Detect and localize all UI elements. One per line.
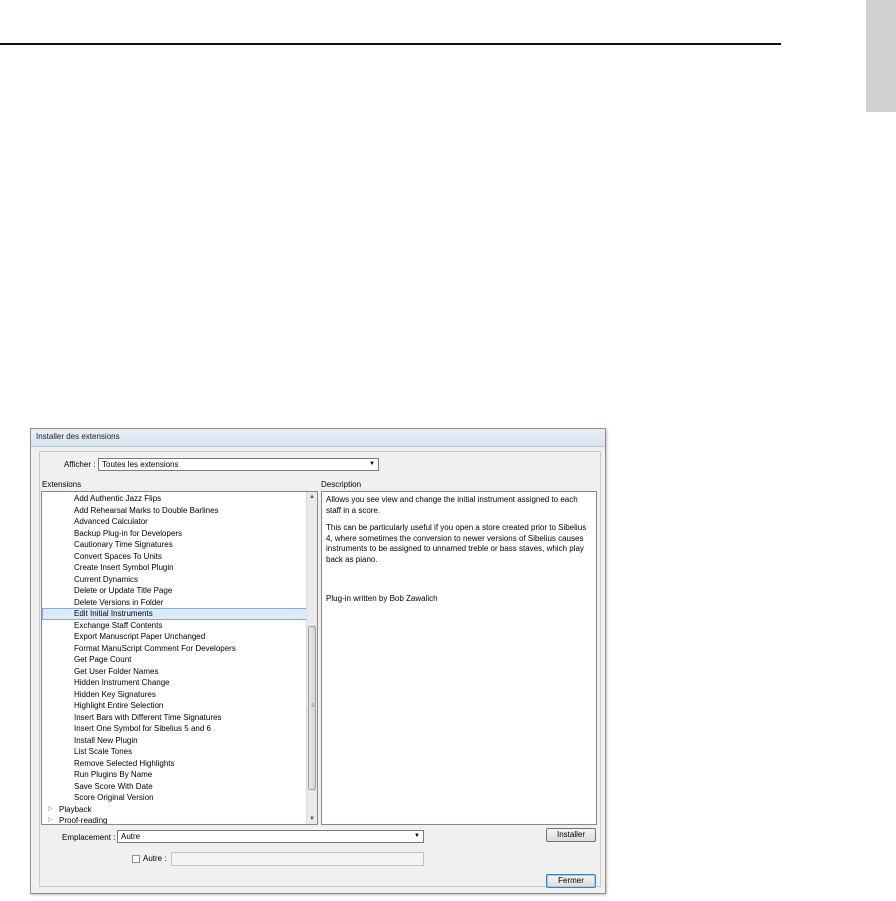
scrollbar-thumb[interactable]: ≡	[308, 626, 316, 790]
list-item[interactable]: Backup Plug-in for Developers	[42, 528, 307, 540]
extensions-items: Add Authentic Jazz Flips Add Rehearsal M…	[42, 493, 307, 825]
location-dropdown-value: Autre	[121, 832, 141, 841]
install-button[interactable]: Installer	[546, 828, 596, 842]
grip-icon: ≡	[311, 703, 315, 709]
list-item[interactable]: Score Original Version	[42, 792, 307, 804]
list-item[interactable]: Current Dynamics	[42, 574, 307, 586]
list-item[interactable]: Add Rehearsal Marks to Double Barlines	[42, 505, 307, 517]
expand-arrow-icon[interactable]: ▷	[48, 815, 53, 824]
extensions-header: Extensions	[42, 480, 82, 489]
list-item[interactable]: Insert One Symbol for Sibelius 5 and 6	[42, 723, 307, 735]
list-item[interactable]: Exchange Staff Contents	[42, 620, 307, 632]
list-item[interactable]: Get User Folder Names	[42, 666, 307, 678]
dialog-title: Installer des extensions	[36, 432, 120, 441]
list-item[interactable]: Hidden Instrument Change	[42, 677, 307, 689]
scroll-down-icon[interactable]: ▼	[307, 814, 317, 824]
expand-arrow-icon[interactable]: ▷	[48, 804, 53, 816]
list-item[interactable]: Cautionary Time Signatures	[42, 539, 307, 551]
show-dropdown[interactable]: Toutes les extensions ▼	[98, 458, 379, 471]
install-plugins-dialog: Installer des extensions Afficher : Tout…	[30, 428, 606, 894]
close-button[interactable]: Fermer	[546, 874, 596, 888]
list-item[interactable]: Insert Bars with Different Time Signatur…	[42, 712, 307, 724]
list-item[interactable]: Get Page Count	[42, 654, 307, 666]
list-item[interactable]: Delete Versions in Folder	[42, 597, 307, 609]
list-item[interactable]: Highlight Entire Selection	[42, 700, 307, 712]
list-item[interactable]: Add Authentic Jazz Flips	[42, 493, 307, 505]
show-label: Afficher :	[64, 460, 96, 469]
chevron-down-icon[interactable]: ▼	[414, 831, 420, 842]
list-item[interactable]: Delete or Update Title Page	[42, 585, 307, 597]
category-label: Proof-reading	[59, 816, 108, 825]
scroll-up-icon[interactable]: ▲	[307, 492, 317, 502]
list-item[interactable]: Install New Plugin	[42, 735, 307, 747]
description-author: Plug-in written by Bob Zawalich	[326, 594, 438, 603]
location-dropdown[interactable]: Autre ▼	[117, 830, 424, 843]
list-item[interactable]: Export Manuscript Paper Unchanged	[42, 631, 307, 643]
category-proof-reading[interactable]: ▷ Proof-reading	[42, 815, 307, 825]
other-checkbox[interactable]	[132, 855, 140, 863]
dialog-titlebar: Installer des extensions	[31, 429, 605, 447]
list-item[interactable]: List Scale Tones	[42, 746, 307, 758]
list-scrollbar[interactable]: ▲ ≡ ▼	[306, 492, 317, 824]
page-thumb-tab	[866, 0, 896, 112]
list-item[interactable]: Remove Selected Highlights	[42, 758, 307, 770]
list-item[interactable]: Save Score With Date	[42, 781, 307, 793]
other-path-field[interactable]	[171, 852, 424, 866]
extensions-list[interactable]: Add Authentic Jazz Flips Add Rehearsal M…	[41, 491, 318, 825]
show-dropdown-value: Toutes les extensions	[102, 460, 179, 469]
list-item[interactable]: Advanced Calculator	[42, 516, 307, 528]
description-header: Description	[321, 480, 362, 489]
list-item-selected[interactable]: Edit Initial Instruments	[42, 608, 307, 620]
list-item[interactable]: Run Plugins By Name	[42, 769, 307, 781]
location-label: Emplacement :	[62, 833, 116, 842]
description-paragraph: Allows you see view and change the initi…	[326, 495, 578, 515]
category-label: Playback	[59, 804, 92, 814]
other-label: Autre :	[143, 854, 167, 863]
list-item[interactable]: Create Insert Symbol Plugin	[42, 562, 307, 574]
description-panel: Allows you see view and change the initi…	[321, 491, 597, 825]
page-rule	[0, 43, 781, 45]
list-item[interactable]: Hidden Key Signatures	[42, 689, 307, 701]
description-paragraph: This can be particularly useful if you o…	[326, 523, 587, 564]
list-item[interactable]: Format ManuScript Comment For Developers	[42, 643, 307, 655]
list-item[interactable]: Convert Spaces To Units	[42, 551, 307, 563]
chevron-down-icon[interactable]: ▼	[369, 459, 375, 470]
category-playback[interactable]: ▷ Playback	[42, 804, 307, 816]
